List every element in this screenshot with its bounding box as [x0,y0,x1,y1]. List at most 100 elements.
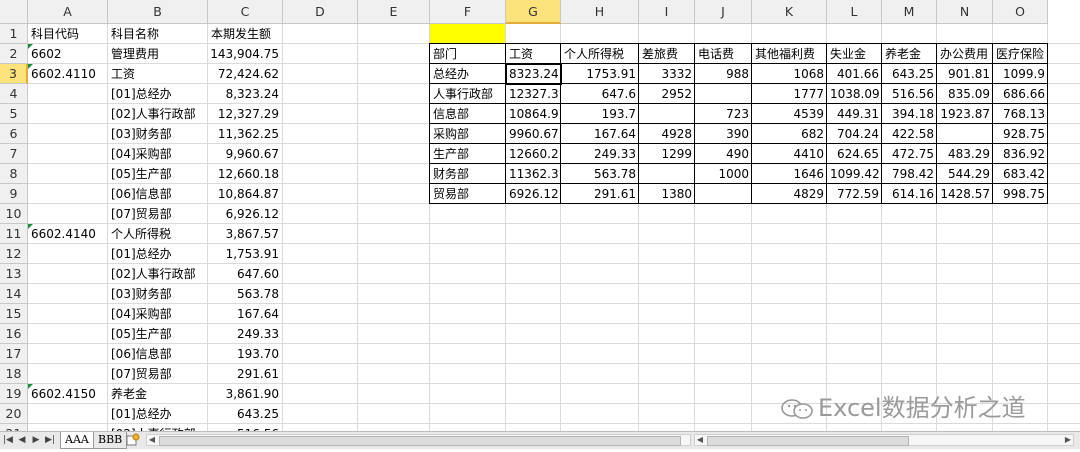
cell-m4[interactable]: 516.56 [882,84,937,104]
cell-j5[interactable]: 723 [695,104,752,124]
cell-b12[interactable]: [01]总经办 [108,244,208,264]
row-header-18[interactable]: 18 [0,364,28,384]
row-header-19[interactable]: 19 [0,384,28,404]
cell-g4[interactable]: 12327.3 [506,84,561,104]
cell-n7[interactable]: 483.29 [937,144,993,164]
cell-b3[interactable]: 工资 [108,64,208,84]
cell-g9[interactable]: 6926.12 [506,184,561,204]
row-header-21[interactable]: 21 [0,424,28,431]
cell-m5[interactable]: 394.18 [882,104,937,124]
column-header-i[interactable]: I [639,0,695,24]
cell-h5[interactable]: 193.7 [561,104,639,124]
cell-k3[interactable]: 1068 [752,64,827,84]
sheet-tab-aaa[interactable]: AAA [60,432,94,449]
cell-i2[interactable]: 差旅费 [639,44,695,64]
cell-i4[interactable]: 2952 [639,84,695,104]
row-header-13[interactable]: 13 [0,264,28,284]
cell-m3[interactable]: 643.25 [882,64,937,84]
cell-h3[interactable]: 1753.91 [561,64,639,84]
row-header-5[interactable]: 5 [0,104,28,124]
cell-l9[interactable]: 772.59 [827,184,882,204]
select-all-corner[interactable] [0,0,28,24]
cell-g7[interactable]: 12660.2 [506,144,561,164]
cell-o2[interactable]: 医疗保险 [993,44,1048,64]
cell-c20[interactable]: 643.25 [208,404,283,424]
cell-n5[interactable]: 1923.87 [937,104,993,124]
column-header-l[interactable]: L [827,0,882,24]
row-header-6[interactable]: 6 [0,124,28,144]
cell-m7[interactable]: 472.75 [882,144,937,164]
cell-b15[interactable]: [04]采购部 [108,304,208,324]
cell-j2[interactable]: 电话费 [695,44,752,64]
column-header-h[interactable]: H [561,0,639,24]
cell-b14[interactable]: [03]财务部 [108,284,208,304]
cell-i6[interactable]: 4928 [639,124,695,144]
cell-f9[interactable]: 贸易部 [430,184,506,204]
cell-j4[interactable] [695,84,752,104]
row-header-8[interactable]: 8 [0,164,28,184]
cell-l5[interactable]: 449.31 [827,104,882,124]
cell-c5[interactable]: 12,327.29 [208,104,283,124]
cell-n4[interactable]: 835.09 [937,84,993,104]
spreadsheet-grid[interactable]: A B C D E F G H I J K L M N O 1 2 3 4 5 6 7 8 9 10 11 12 13 14 15 16 17… [0,0,1080,431]
cell-k4[interactable]: 1777 [752,84,827,104]
cell-f5[interactable]: 信息部 [430,104,506,124]
cell-h4[interactable]: 647.6 [561,84,639,104]
column-header-m[interactable]: M [882,0,937,24]
cell-i5[interactable] [639,104,695,124]
column-header-e[interactable]: E [358,0,430,24]
cell-b18[interactable]: [07]贸易部 [108,364,208,384]
first-sheet-button[interactable]: |◀ [2,433,14,447]
cell-i9[interactable]: 1380 [639,184,695,204]
cell-j3[interactable]: 988 [695,64,752,84]
cell-c17[interactable]: 193.70 [208,344,283,364]
cell-l7[interactable]: 624.65 [827,144,882,164]
column-header-n[interactable]: N [937,0,993,24]
cell-h2[interactable]: 个人所得税 [561,44,639,64]
cell-l2[interactable]: 失业金 [827,44,882,64]
cell-k9[interactable]: 4829 [752,184,827,204]
cell-c1[interactable]: 本期发生额 [208,24,283,44]
cell-c21[interactable]: 516.56 [208,424,283,431]
cell-f2[interactable]: 部门 [430,44,506,64]
cell-a3[interactable]: 6602.4110 [28,64,108,84]
column-header-f[interactable]: F [430,0,506,24]
row-header-2[interactable]: 2 [0,44,28,64]
cell-c7[interactable]: 9,960.67 [208,144,283,164]
cell-h6[interactable]: 167.64 [561,124,639,144]
cell-g5[interactable]: 10864.9 [506,104,561,124]
cell-i3[interactable]: 3332 [639,64,695,84]
cell-g8[interactable]: 11362.3 [506,164,561,184]
row-header-10[interactable]: 10 [0,204,28,224]
cell-j6[interactable]: 390 [695,124,752,144]
cell-b13[interactable]: [02]人事行政部 [108,264,208,284]
horizontal-scrollbar[interactable]: ◀ ▶ [694,434,1074,446]
cell-o7[interactable]: 836.92 [993,144,1048,164]
cell-k8[interactable]: 1646 [752,164,827,184]
cell-c16[interactable]: 249.33 [208,324,283,344]
cell-c14[interactable]: 563.78 [208,284,283,304]
cell-n2[interactable]: 办公费用 [937,44,993,64]
cell-l3[interactable]: 401.66 [827,64,882,84]
row-header-14[interactable]: 14 [0,284,28,304]
cell-j7[interactable]: 490 [695,144,752,164]
cell-m8[interactable]: 798.42 [882,164,937,184]
cell-c11[interactable]: 3,867.57 [208,224,283,244]
row-header-3[interactable]: 3 [0,64,28,84]
scroll-left-icon[interactable]: ◀ [147,435,157,445]
cell-j9[interactable] [695,184,752,204]
cell-o3[interactable]: 1099.9 [993,64,1048,84]
cell-b16[interactable]: [05]生产部 [108,324,208,344]
cell-b21[interactable]: [02]人事行政部 [108,424,208,431]
column-header-k[interactable]: K [752,0,827,24]
cell-a11[interactable]: 6602.4140 [28,224,108,244]
column-header-d[interactable]: D [283,0,358,24]
column-header-o[interactable]: O [993,0,1048,24]
cell-l6[interactable]: 704.24 [827,124,882,144]
cell-h9[interactable]: 291.61 [561,184,639,204]
scroll-thumb[interactable] [159,436,681,446]
row-header-9[interactable]: 9 [0,184,28,204]
row-header-20[interactable]: 20 [0,404,28,424]
row-header-7[interactable]: 7 [0,144,28,164]
cell-c15[interactable]: 167.64 [208,304,283,324]
